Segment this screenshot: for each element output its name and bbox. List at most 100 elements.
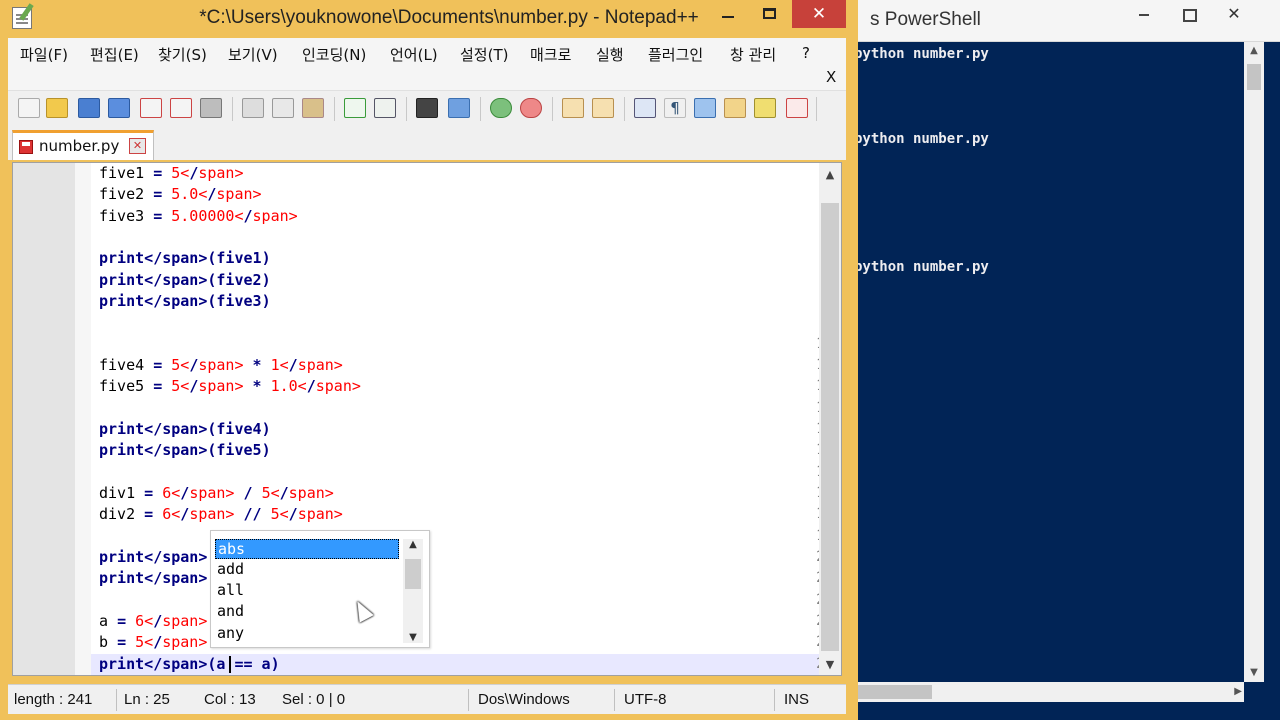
code-line[interactable]: print</span>(five1) [99,249,271,267]
code-line[interactable]: print</span>(a == a) [99,655,280,673]
redo-icon[interactable] [374,98,396,118]
code-line[interactable]: print</span>(five4) [99,420,271,438]
save-all-icon[interactable] [108,98,130,118]
undo-icon[interactable] [344,98,366,118]
powershell-window: s PowerShell python number.py python num… [846,0,1280,720]
menu-settings[interactable]: 설정(T) [460,44,508,65]
zoom-in-icon[interactable] [490,98,512,118]
status-eol: Dos\Windows [478,691,570,708]
menu-help[interactable]: ? [802,44,810,62]
menu-search[interactable]: 찾기(S) [158,44,207,65]
powershell-title: s PowerShell [870,9,981,30]
menu-language[interactable]: 언어(L) [390,44,438,65]
powershell-horizontal-scrollbar[interactable]: ▶ [846,682,1244,702]
status-line: Ln : 25 [124,691,170,708]
paste-icon[interactable] [302,98,324,118]
function-list-icon[interactable] [786,98,808,118]
menu-run[interactable]: 실행 [596,44,624,65]
text-caret [229,656,231,673]
maximize-icon[interactable] [763,8,776,19]
scroll-up-icon[interactable]: ▲ [403,539,423,550]
autocomplete-item[interactable]: abs [215,539,399,559]
powershell-title-bar[interactable]: s PowerShell [846,0,1280,42]
show-all-characters-icon[interactable]: ¶ [664,98,686,118]
new-file-icon[interactable] [18,98,40,118]
code-line[interactable]: print</span>(five5) [99,441,271,459]
sync-vertical-icon[interactable] [562,98,584,118]
code-line[interactable]: print</span>(five3) [99,292,271,310]
menu-file[interactable]: 파일(F) [20,44,68,65]
replace-icon[interactable] [448,98,470,118]
tab-bar: number.py ✕ [8,126,846,160]
user-defined-language-icon[interactable] [724,98,746,118]
code-line[interactable]: five1 = 5</span> [99,164,244,182]
copy-icon[interactable] [272,98,294,118]
zoom-out-icon[interactable] [520,98,542,118]
autocomplete-popup[interactable]: abs add all and any ▲ ▼ [210,530,430,648]
unsaved-file-icon [19,140,33,154]
editor-vertical-scrollbar[interactable]: ▲ ▼ [819,163,841,675]
code-line[interactable]: a = 6</span> [99,612,207,630]
notepad-title-bar[interactable]: *C:\Users\youknowone\Documents\number.py… [0,0,858,38]
menu-view[interactable]: 보기(V) [228,44,278,65]
save-icon[interactable] [78,98,100,118]
print-icon[interactable] [200,98,222,118]
toolbar: ¶ [8,90,846,126]
word-wrap-icon[interactable] [634,98,656,118]
status-encoding: UTF-8 [624,691,667,708]
close-document-button[interactable]: X [826,68,836,86]
close-all-icon[interactable] [170,98,192,118]
close-button[interactable]: ✕ [792,0,846,28]
code-line[interactable]: div1 = 6</span> / 5</span> [99,484,334,502]
close-file-icon[interactable] [140,98,162,118]
status-bar: length : 241 Ln : 25 Col : 13 Sel : 0 | … [8,684,846,714]
scroll-thumb[interactable] [821,203,839,651]
code-line[interactable]: div2 = 6</span> // 5</span> [99,505,343,523]
scroll-down-icon[interactable]: ▼ [1244,664,1264,682]
scroll-right-icon[interactable]: ▶ [1234,682,1242,702]
minimize-icon[interactable] [1122,0,1166,30]
console-line: python number.py [854,259,989,275]
close-icon[interactable] [1212,0,1256,30]
status-length: length : 241 [14,691,93,708]
scroll-thumb[interactable] [858,685,932,699]
scroll-up-icon[interactable]: ▲ [819,165,841,185]
autocomplete-scrollbar[interactable]: ▲ ▼ [403,539,423,643]
autocomplete-item[interactable]: add [215,560,399,580]
status-selection: Sel : 0 | 0 [282,691,346,708]
fold-margin[interactable] [75,163,91,675]
scroll-down-icon[interactable]: ▼ [403,632,423,643]
scroll-thumb[interactable] [1247,64,1261,90]
sync-horizontal-icon[interactable] [592,98,614,118]
autocomplete-item[interactable]: any [215,624,399,644]
scroll-down-icon[interactable]: ▼ [819,655,841,675]
tab-close-icon[interactable]: ✕ [129,138,146,154]
menu-bar: 파일(F) 편집(E) 찾기(S) 보기(V) 인코딩(N) 언어(L) 설정(… [8,38,846,90]
code-line[interactable]: print</span>(five2) [99,271,271,289]
menu-window[interactable]: 창 관리 [730,44,776,65]
document-map-icon[interactable] [754,98,776,118]
code-line[interactable]: five4 = 5</span> * 1</span> [99,356,343,374]
scroll-up-icon[interactable]: ▲ [1244,42,1264,60]
find-icon[interactable] [416,98,438,118]
status-column: Col : 13 [204,691,256,708]
maximize-icon[interactable] [1168,0,1212,30]
autocomplete-item[interactable]: all [215,581,399,601]
notepad-window: *C:\Users\youknowone\Documents\number.py… [0,0,858,720]
minimize-icon[interactable] [722,16,734,18]
code-line[interactable]: b = 5</span> [99,633,207,651]
menu-macro[interactable]: 매크로 [530,44,571,65]
indent-guide-icon[interactable] [694,98,716,118]
code-line[interactable]: five3 = 5.00000</span> [99,207,298,225]
code-line[interactable]: five5 = 5</span> * 1.0</span> [99,377,361,395]
open-folder-icon[interactable] [46,98,68,118]
menu-plugins[interactable]: 플러그인 [648,44,703,65]
code-line[interactable]: five2 = 5.0</span> [99,185,262,203]
tab-label: number.py [39,137,120,155]
powershell-vertical-scrollbar[interactable]: ▲ ▼ [1244,42,1264,682]
menu-edit[interactable]: 편집(E) [90,44,139,65]
scroll-thumb[interactable] [405,559,421,589]
menu-encoding[interactable]: 인코딩(N) [302,44,366,65]
cut-icon[interactable] [242,98,264,118]
tab-number-py[interactable]: number.py ✕ [12,130,154,160]
